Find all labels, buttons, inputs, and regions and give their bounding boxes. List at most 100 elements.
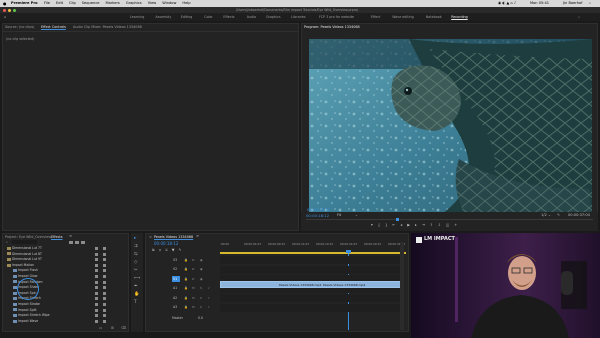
track-lane[interactable]: [220, 265, 400, 274]
apple-icon[interactable]: ●: [3, 1, 7, 6]
tool-icon[interactable]: ⇉: [134, 244, 138, 249]
mute-icon[interactable]: M: [192, 286, 195, 291]
menu-item-graphics[interactable]: Graphics: [126, 1, 142, 6]
track-name[interactable]: V2: [173, 267, 177, 272]
lock-icon[interactable]: 🔒: [184, 258, 188, 263]
new-item-icon[interactable]: ⊞: [111, 326, 114, 331]
minimize-window-icon[interactable]: [8, 8, 11, 12]
master-track-volume[interactable]: 0.0: [198, 316, 203, 321]
tab-project[interactable]: Project: Eye Wild_Overview: [5, 235, 51, 239]
list-item[interactable]: Dimensional Lut 7T: [3, 246, 128, 251]
new-folder-icon[interactable]: ▭: [99, 326, 102, 331]
mute-icon[interactable]: M: [192, 296, 195, 301]
solo-icon[interactable]: S: [200, 286, 202, 291]
close-window-icon[interactable]: [3, 8, 6, 12]
menu-app[interactable]: Premiere Pro: [11, 1, 38, 6]
menu-item-window[interactable]: Window: [162, 1, 176, 6]
solo-icon[interactable]: S: [200, 305, 202, 310]
menu-item-view[interactable]: View: [148, 1, 157, 6]
tool-icon[interactable]: ◇: [134, 260, 137, 265]
mic-icon[interactable]: ♪: [208, 286, 210, 291]
menu-item-file[interactable]: File: [44, 1, 50, 6]
sequence-tab[interactable]: Pexels Videos 1334068: [154, 235, 193, 239]
tool-icon[interactable]: ▸: [134, 236, 136, 241]
playhead-handle[interactable]: [346, 250, 351, 253]
tab-source[interactable]: Source: (no clips): [5, 25, 34, 29]
menu-item-sequence[interactable]: Sequence: [82, 1, 100, 6]
go-to-out-icon[interactable]: ⇥: [422, 223, 425, 229]
tool-icon[interactable]: ✒: [134, 284, 138, 289]
eye-icon[interactable]: ◉: [200, 277, 203, 282]
workspace-tab[interactable]: Effects: [223, 15, 234, 20]
solo-icon[interactable]: S: [200, 296, 202, 301]
list-item[interactable]: Impact Wave: [3, 319, 128, 324]
lock-icon[interactable]: 🔒: [184, 277, 188, 282]
eye-icon[interactable]: ◉: [200, 258, 203, 263]
list-item[interactable]: Impact Split: [3, 308, 128, 313]
track-lane[interactable]: [220, 294, 400, 302]
work-area-bar[interactable]: [220, 252, 406, 254]
yuv-effects-icon[interactable]: [81, 241, 85, 245]
track-lane[interactable]: [220, 256, 400, 264]
list-item[interactable]: Impact Strobe: [3, 302, 128, 307]
lock-icon[interactable]: 🔒: [184, 267, 188, 272]
mute-icon[interactable]: M: [192, 305, 195, 310]
lock-icon[interactable]: 🔒: [184, 305, 188, 310]
workspace-tab[interactable]: Audio: [247, 15, 256, 20]
resolution-select[interactable]: 1/2: [541, 213, 547, 218]
workspace-tab[interactable]: Effect: [371, 15, 381, 20]
eye-icon[interactable]: ◉: [200, 267, 203, 272]
step-back-icon[interactable]: ⇤: [392, 223, 395, 229]
timeline-timecode[interactable]: 00:00:18:12: [154, 241, 178, 246]
mic-icon[interactable]: ♪: [208, 305, 210, 310]
panel-menu-icon[interactable]: ≡: [69, 234, 72, 239]
zoom-dropdown-icon[interactable]: ⌄: [355, 213, 358, 218]
add-button-icon[interactable]: +: [454, 223, 457, 229]
accelerated-effects-icon[interactable]: [69, 241, 73, 245]
list-item[interactable]: Dimensional Lut 8T: [3, 252, 128, 257]
track-lane[interactable]: [220, 303, 400, 312]
video-clip[interactable]: Pexels Videos 1334068.mp4 Pexels Videos …: [220, 281, 404, 288]
add-marker-icon[interactable]: ▼: [172, 248, 175, 253]
workspace-tab[interactable]: Recording: [451, 15, 468, 20]
list-item[interactable]: Impact Motion: [3, 263, 128, 268]
track-name[interactable]: A1: [173, 286, 177, 291]
lock-icon[interactable]: 🔒: [184, 286, 188, 291]
timeline-scrollbar[interactable]: [400, 242, 404, 330]
close-sequence-icon[interactable]: ×: [149, 235, 152, 240]
program-monitor-title[interactable]: Program: Pexels Videos 1334068: [304, 25, 360, 29]
effects-search-input[interactable]: [12, 240, 37, 244]
step-forward-frame-icon[interactable]: ▸: [415, 223, 417, 229]
user-name[interactable]: Jin Boerhof: [563, 1, 583, 6]
mic-icon[interactable]: ♪: [208, 296, 210, 301]
tool-icon[interactable]: ⇆: [134, 252, 138, 257]
sync-icon[interactable]: ⇄: [192, 267, 195, 272]
list-item[interactable]: Impact Flash: [3, 268, 128, 273]
resolution-dropdown-icon[interactable]: ⌄: [548, 213, 551, 218]
tab-effects[interactable]: Effects: [51, 235, 63, 239]
search-icon[interactable]: ⌕: [589, 1, 591, 6]
tab-effect-controls[interactable]: Effect Controls: [41, 25, 66, 29]
nest-icon[interactable]: ⧉: [152, 248, 155, 253]
zoom-level-select[interactable]: Fit: [337, 213, 341, 218]
sync-icon[interactable]: ⇄: [192, 258, 195, 263]
delete-icon[interactable]: ⌫: [121, 326, 126, 331]
snap-icon[interactable]: ∩: [159, 248, 162, 253]
mark-out-icon[interactable]: {: [378, 223, 380, 229]
workspace-tab[interactable]: FCP 3 pro for website: [319, 15, 354, 20]
menu-item-clip[interactable]: Clip: [69, 1, 76, 6]
workspace-search-icon[interactable]: ⌕: [578, 15, 580, 20]
32bit-effects-icon[interactable]: [75, 241, 79, 245]
go-to-in-icon[interactable]: }: [385, 223, 387, 229]
maximize-window-icon[interactable]: [13, 8, 16, 12]
workspace-tab[interactable]: Wave editing: [392, 15, 414, 20]
workspace-tab[interactable]: Graphics: [266, 15, 281, 20]
effects-search-icon[interactable]: ⌕: [6, 240, 8, 245]
workspace-tab[interactable]: Color: [204, 15, 213, 20]
track-name[interactable]: A3: [173, 305, 177, 310]
track-name[interactable]: V3: [173, 258, 177, 263]
tool-icon[interactable]: ✋: [134, 292, 139, 297]
play-icon[interactable]: ▶: [407, 223, 410, 229]
sync-icon[interactable]: ⇄: [192, 277, 195, 282]
workspace-tab[interactable]: Editing: [181, 15, 192, 20]
